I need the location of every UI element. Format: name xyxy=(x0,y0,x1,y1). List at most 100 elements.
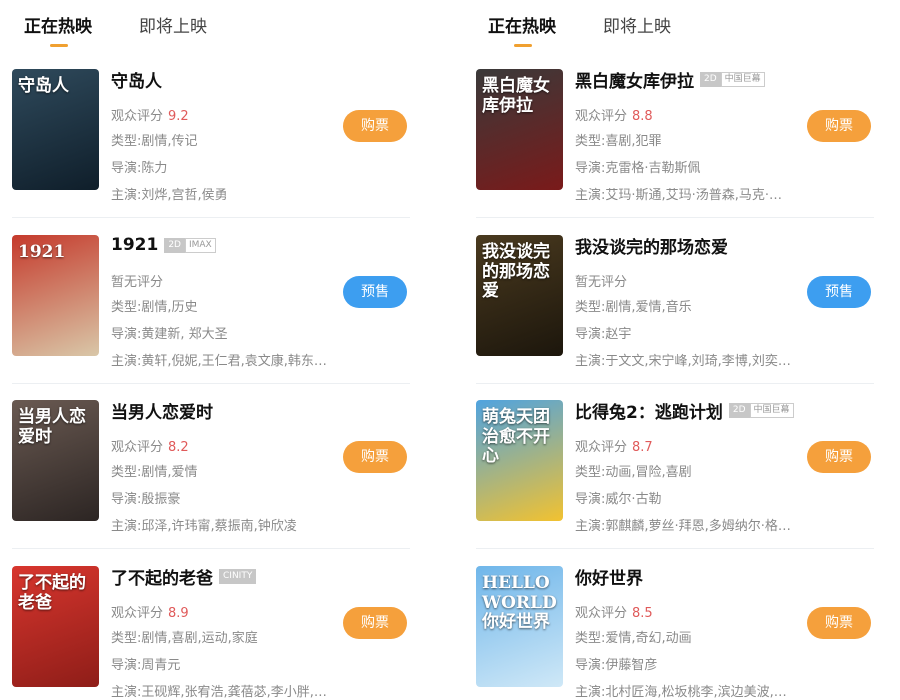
format-badges: 2D 中国巨幕 xyxy=(700,71,765,87)
score-label: 观众评分 xyxy=(575,606,628,621)
cast-text: 主演:于文文,宋宁峰,刘琦,李博,刘奕,尹... xyxy=(575,354,793,369)
title-row: 黑白魔女库伊拉 2D 中国巨幕 xyxy=(575,67,765,92)
movie-title[interactable]: 比得兔2：逃跑计划 xyxy=(575,398,723,423)
movie-title[interactable]: 守岛人 xyxy=(111,67,162,92)
cast-text: 主演:郭麒麟,萝丝·拜恩,多姆纳尔·格里... xyxy=(575,519,793,534)
active-tab-indicator xyxy=(50,44,68,47)
active-tab-indicator xyxy=(514,44,532,47)
director-text: 导演:陈力 xyxy=(111,161,168,176)
score-value: 8.8 xyxy=(632,109,653,124)
movie-title[interactable]: 了不起的老爸 xyxy=(111,564,213,589)
movie-item[interactable]: 当男人恋爱时 当男人恋爱时 观众评分 8.2 类型:剧情,爱情 导演:殷振豪 主演:邱泽,许… xyxy=(0,383,432,549)
movie-poster[interactable]: 守岛人 xyxy=(12,69,99,190)
cast-text: 主演:艾玛·斯通,艾玛·汤普森,马克·斯... xyxy=(575,188,793,203)
movie-title[interactable]: 当男人恋爱时 xyxy=(111,398,213,423)
title-row: 了不起的老爸 CINITY xyxy=(111,564,257,589)
cast-text: 主演:黄轩,倪妮,王仁君,袁文康,韩东君,... xyxy=(111,354,329,369)
format-badge: 中国巨幕 xyxy=(720,71,765,87)
buy-ticket-button[interactable]: 购票 xyxy=(807,110,871,142)
tab-coming-soon[interactable]: 即将上映 xyxy=(603,12,671,37)
poster-title-art: 了不起的老爸 xyxy=(18,573,86,613)
movie-poster[interactable]: HELLO WORLD 你好世界 xyxy=(476,566,563,687)
director-text: 导演:殷振豪 xyxy=(111,492,181,507)
left-panel: 正在热映 即将上映 守岛人 守岛人 观众评分 9.2 类型:剧情,传记 导演:陈力 主演:刘… xyxy=(0,0,432,700)
format-badges: CINITY xyxy=(219,568,257,584)
movie-poster[interactable]: 1921 xyxy=(12,235,99,356)
divider-gutter xyxy=(432,0,464,700)
presale-button[interactable]: 预售 xyxy=(343,276,407,308)
cast-text: 主演:刘烨,宫哲,侯勇 xyxy=(111,188,228,203)
movie-poster[interactable]: 黑白魔女库伊拉 xyxy=(476,69,563,190)
tab-coming-soon[interactable]: 即将上映 xyxy=(139,12,207,37)
format-badge: 2D xyxy=(164,237,185,253)
buy-ticket-button[interactable]: 购票 xyxy=(343,607,407,639)
title-row: 当男人恋爱时 xyxy=(111,398,213,423)
director-text: 导演:威尔·古勒 xyxy=(575,492,662,507)
score-label: 观众评分 xyxy=(575,109,628,124)
score-value: 8.9 xyxy=(168,606,189,621)
presale-button[interactable]: 预售 xyxy=(807,276,871,308)
movie-item[interactable]: 守岛人 守岛人 观众评分 9.2 类型:剧情,传记 导演:陈力 主演:刘烨,宫哲,侯勇 购票 xyxy=(0,52,432,218)
poster-title-art: 1921 xyxy=(18,242,66,262)
tab-now-showing[interactable]: 正在热映 xyxy=(24,12,92,37)
genre-text: 类型:剧情,爱情 xyxy=(111,465,198,480)
score-line: 观众评分 8.5 xyxy=(575,602,653,621)
tab-bar: 正在热映 即将上映 xyxy=(0,0,432,52)
format-badge: 2D xyxy=(728,402,750,418)
movie-poster[interactable]: 当男人恋爱时 xyxy=(12,400,99,521)
poster-title-art: 我没谈完的那场恋爱 xyxy=(482,242,550,302)
movie-title[interactable]: 黑白魔女库伊拉 xyxy=(575,67,694,92)
movie-poster[interactable]: 萌兔天团 治愈不开心 xyxy=(476,400,563,521)
movie-poster[interactable]: 了不起的老爸 xyxy=(12,566,99,687)
score-value: 8.7 xyxy=(632,440,653,455)
poster-title-art: 当男人恋爱时 xyxy=(18,407,86,447)
cast-text: 主演:邱泽,许玮甯,蔡振南,钟欣凌 xyxy=(111,519,297,534)
genre-text: 类型:喜剧,犯罪 xyxy=(575,134,662,149)
title-row: 比得兔2：逃跑计划 2D 中国巨幕 xyxy=(575,398,794,423)
tab-now-showing[interactable]: 正在热映 xyxy=(488,12,556,37)
movie-item[interactable]: 我没谈完的那场恋爱 我没谈完的那场恋爱 暂无评分 类型:剧情,爱情,音乐 导演:赵宇 主演… xyxy=(464,218,896,384)
format-badge: 中国巨幕 xyxy=(749,402,794,418)
genre-text: 类型:剧情,喜剧,运动,家庭 xyxy=(111,631,258,646)
buy-ticket-button[interactable]: 购票 xyxy=(343,110,407,142)
buy-ticket-button[interactable]: 购票 xyxy=(807,441,871,473)
cast-text: 主演:王砚辉,张宥浩,龚蓓苾,李小胖,鹤... xyxy=(111,685,329,700)
format-badges: 2D 中国巨幕 xyxy=(728,402,794,418)
buy-ticket-button[interactable]: 购票 xyxy=(343,441,407,473)
genre-text: 类型:剧情,爱情,音乐 xyxy=(575,300,692,315)
movie-item[interactable]: 1921 1921 2D IMAX 暂无评分 类型:剧情,历史 导演:黄建新, 郑大圣 主演:… xyxy=(0,218,432,384)
format-badges: 2D IMAX xyxy=(164,237,216,253)
score-value: 8.5 xyxy=(632,606,653,621)
title-row: 守岛人 xyxy=(111,67,162,92)
format-badge: CINITY xyxy=(219,568,257,584)
movie-item[interactable]: 黑白魔女库伊拉 黑白魔女库伊拉 2D 中国巨幕观众评分 8.8 类型:喜剧,犯罪导演:克雷… xyxy=(464,52,896,218)
title-row: 我没谈完的那场恋爱 xyxy=(575,233,728,258)
poster-title-art: 黑白魔女库伊拉 xyxy=(482,76,550,116)
movie-title[interactable]: 我没谈完的那场恋爱 xyxy=(575,233,728,258)
score-label: 观众评分 xyxy=(111,440,164,455)
movie-poster[interactable]: 我没谈完的那场恋爱 xyxy=(476,235,563,356)
score-line: 暂无评分 xyxy=(111,271,163,290)
tab-bar: 正在热映 即将上映 xyxy=(464,0,896,52)
title-row: 你好世界 xyxy=(575,564,643,589)
director-text: 导演:克雷格·吉勒斯佩 xyxy=(575,161,701,176)
genre-text: 类型:动画,冒险,喜剧 xyxy=(575,465,692,480)
buy-ticket-button[interactable]: 购票 xyxy=(807,607,871,639)
score-value: 9.2 xyxy=(168,109,189,124)
score-label: 暂无评分 xyxy=(575,275,628,290)
score-label: 观众评分 xyxy=(111,606,164,621)
director-text: 导演:伊藤智彦 xyxy=(575,658,658,673)
movie-title[interactable]: 1921 xyxy=(111,235,158,255)
score-label: 观众评分 xyxy=(575,440,628,455)
score-line: 观众评分 8.7 xyxy=(575,436,653,455)
movie-item[interactable]: 萌兔天团 治愈不开心 比得兔2：逃跑计划 2D 中国巨幕观众评分 8.7 类型:动画,冒险… xyxy=(464,383,896,549)
movie-title[interactable]: 你好世界 xyxy=(575,564,643,589)
right-panel: 正在热映 即将上映 黑白魔女库伊拉 黑白魔女库伊拉 2D 中国巨幕 观众评分 8.8 类型:… xyxy=(464,0,896,700)
format-badge: 2D xyxy=(700,71,721,87)
score-line: 暂无评分 xyxy=(575,271,627,290)
score-label: 暂无评分 xyxy=(111,275,164,290)
movie-item[interactable]: 了不起的老爸 了不起的老爸 CINITY 观众评分 8.9 类型:剧情,喜剧,运动,家庭导… xyxy=(0,549,432,700)
genre-text: 类型:爱情,奇幻,动画 xyxy=(575,631,692,646)
score-line: 观众评分 8.8 xyxy=(575,105,653,124)
movie-item[interactable]: HELLO WORLD 你好世界 你好世界观众评分 8.5 类型:爱情,奇幻,动画 导演… xyxy=(464,549,896,700)
